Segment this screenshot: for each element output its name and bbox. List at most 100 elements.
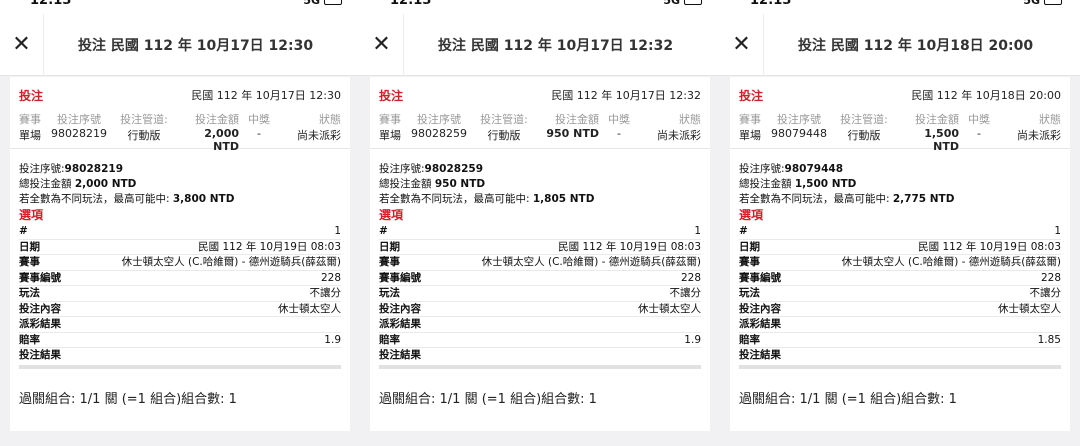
summary-header: 賽事 投注序號 投注管道: 投注金額 中獎 狀態: [739, 111, 1061, 127]
value-match: 單場: [739, 129, 761, 142]
row-bet-result: 投注結果: [19, 349, 61, 361]
bet-summary: 投注 民國 112 年 10月17日 12:30 賽事 投注序號 投注管道: 投…: [10, 77, 350, 153]
max-value: 3,800 NTD: [172, 193, 235, 205]
bet-date: 民國 112 年 10月18日 20:00: [911, 89, 1061, 102]
value-serial: 98028259: [411, 127, 467, 140]
header-match: 賽事: [19, 113, 41, 126]
row-match: 賽事 休士頓太空人 (C.哈維爾) - 德州遊騎兵(薛茲爾): [739, 255, 1061, 271]
bet-details: 投注序號:98079448 總投注金額 1,500 NTD 若全數為不同玩法，最…: [730, 149, 1070, 369]
page-title: 投注 民國 112 年 10月18日 20:00: [798, 37, 1034, 54]
close-icon: ✕: [372, 32, 391, 57]
bet-card: 投注 民國 112 年 10月18日 20:00 賽事 投注序號 投注管道: 投…: [730, 77, 1070, 431]
value-win: -: [977, 127, 981, 140]
bet-card: 投注 民國 112 年 10月17日 12:30 賽事 投注序號 投注管道: 投…: [10, 77, 350, 431]
row-bet-result: 投注結果: [379, 349, 421, 361]
serial-value: 98028259: [424, 163, 483, 175]
serial-value: 98028219: [64, 163, 123, 175]
total-value: 2,000 NTD: [74, 178, 137, 190]
options-heading: 選項: [739, 208, 764, 222]
value-win: -: [257, 127, 261, 140]
bet-panel: 12:13 5G ✕ 投注 民國 112 年 10月17日 12:30 投注 民…: [0, 0, 360, 446]
bet-panel: 12:13 5G ✕ 投注 民國 112 年 10月17日 12:32 投注 民…: [360, 0, 720, 446]
signal-icon: 5G: [303, 0, 320, 7]
header-channel: 投注管道:: [120, 113, 168, 126]
divider: [19, 364, 341, 369]
header-win: 中獎: [968, 113, 990, 126]
row-match-no: 賽事編號 228: [379, 271, 701, 286]
max-line: 若全數為不同玩法，最高可能中: 1,805 NTD: [379, 193, 595, 205]
header-amount: 投注金額: [195, 113, 239, 126]
summary-values: 單場 98028259 行動版 950 NTD - 尚未派彩: [379, 127, 701, 143]
bet-date: 民國 112 年 10月17日 12:32: [551, 89, 701, 102]
bet-panel: 12:13 5G ✕ 投注 民國 112 年 10月18日 20:00 投注 民…: [720, 0, 1080, 446]
page-header: ✕ 投注 民國 112 年 10月17日 12:30: [0, 13, 360, 76]
row-match-no: 賽事編號 228: [19, 271, 341, 286]
serial-line: 投注序號:98028259: [379, 163, 483, 175]
header-serial: 投注序號: [417, 113, 461, 126]
close-icon: ✕: [732, 32, 751, 57]
value-channel: 行動版: [487, 129, 521, 142]
value-status: 尚未派彩: [297, 129, 341, 142]
summary-header: 賽事 投注序號 投注管道: 投注金額 中獎 狀態: [19, 111, 341, 127]
value-match: 單場: [19, 129, 41, 142]
value-status: 尚未派彩: [1017, 129, 1061, 142]
status-icons: 5G: [663, 0, 702, 7]
combo-info: 過關組合: 1/1 關 (=1 組合)組合數: 1: [379, 392, 597, 407]
bet-label: 投注: [379, 89, 404, 103]
row-match: 賽事 休士頓太空人 (C.哈維爾) - 德州遊騎兵(薛茲爾): [19, 255, 341, 271]
serial-value: 98079448: [784, 163, 843, 175]
value-status: 尚未派彩: [657, 129, 701, 142]
combo-info: 過關組合: 1/1 關 (=1 組合)組合數: 1: [19, 392, 237, 407]
row-odds: 賠率 1.85: [739, 333, 1061, 348]
row-content: 投注內容 休士頓太空人: [739, 302, 1061, 317]
header-amount: 投注金額: [555, 113, 599, 126]
row-result-draw: 派彩結果: [739, 317, 1061, 333]
battery-icon: [1044, 0, 1062, 5]
signal-icon: 5G: [663, 0, 680, 7]
close-button[interactable]: ✕: [360, 13, 404, 76]
value-serial: 98028219: [51, 127, 107, 140]
divider: [739, 364, 1061, 369]
row-odds: 賠率 1.9: [379, 333, 701, 348]
header-serial: 投注序號: [57, 113, 101, 126]
serial-line: 投注序號:98079448: [739, 163, 843, 175]
max-line: 若全數為不同玩法，最高可能中: 2,775 NTD: [739, 193, 955, 205]
status-bar: 12:13 5G: [360, 0, 720, 14]
close-icon: ✕: [12, 32, 31, 57]
row-match: 賽事 休士頓太空人 (C.哈維爾) - 德州遊騎兵(薛茲爾): [379, 255, 701, 271]
max-line: 若全數為不同玩法，最高可能中: 3,800 NTD: [19, 193, 235, 205]
row-hash: #1: [379, 224, 701, 240]
page-header: ✕ 投注 民國 112 年 10月17日 12:32: [360, 13, 720, 76]
status-time: 12:13: [390, 0, 432, 8]
row-content: 投注內容 休士頓太空人: [19, 302, 341, 317]
header-serial: 投注序號: [777, 113, 821, 126]
row-hash: #1: [19, 224, 341, 240]
max-value: 1,805 NTD: [532, 193, 595, 205]
bet-summary: 投注 民國 112 年 10月18日 20:00 賽事 投注序號 投注管道: 投…: [730, 77, 1070, 153]
value-amount: 1,500 NTD: [924, 127, 959, 153]
serial-line: 投注序號:98028219: [19, 163, 123, 175]
value-win: -: [617, 127, 621, 140]
value-serial: 98079448: [771, 127, 827, 140]
row-match-no: 賽事編號 228: [739, 271, 1061, 286]
value-match: 單場: [379, 129, 401, 142]
close-button[interactable]: ✕: [720, 13, 764, 76]
summary-values: 單場 98079448 行動版 1,500 NTD - 尚未派彩: [739, 127, 1061, 153]
row-hash: #1: [739, 224, 1061, 240]
header-status: 狀態: [1039, 113, 1061, 126]
header-status: 狀態: [679, 113, 701, 126]
total-value: 1,500 NTD: [794, 178, 857, 190]
header-match: 賽事: [739, 113, 761, 126]
value-amount: 2,000 NTD: [204, 127, 239, 153]
value-channel: 行動版: [127, 129, 161, 142]
divider: [379, 364, 701, 369]
summary-values: 單場 98028219 行動版 2,000 NTD - 尚未派彩: [19, 127, 341, 153]
bet-details: 投注序號:98028259 總投注金額 950 NTD 若全數為不同玩法，最高可…: [370, 149, 710, 369]
total-line: 總投注金額 2,000 NTD: [19, 178, 137, 190]
total-value: 950 NTD: [434, 178, 486, 190]
row-date: 日期 民國 112 年 10月19日 08:03: [19, 240, 341, 255]
options-heading: 選項: [379, 208, 404, 222]
header-amount: 投注金額: [915, 113, 959, 126]
header-win: 中獎: [248, 113, 270, 126]
close-button[interactable]: ✕: [0, 13, 44, 76]
